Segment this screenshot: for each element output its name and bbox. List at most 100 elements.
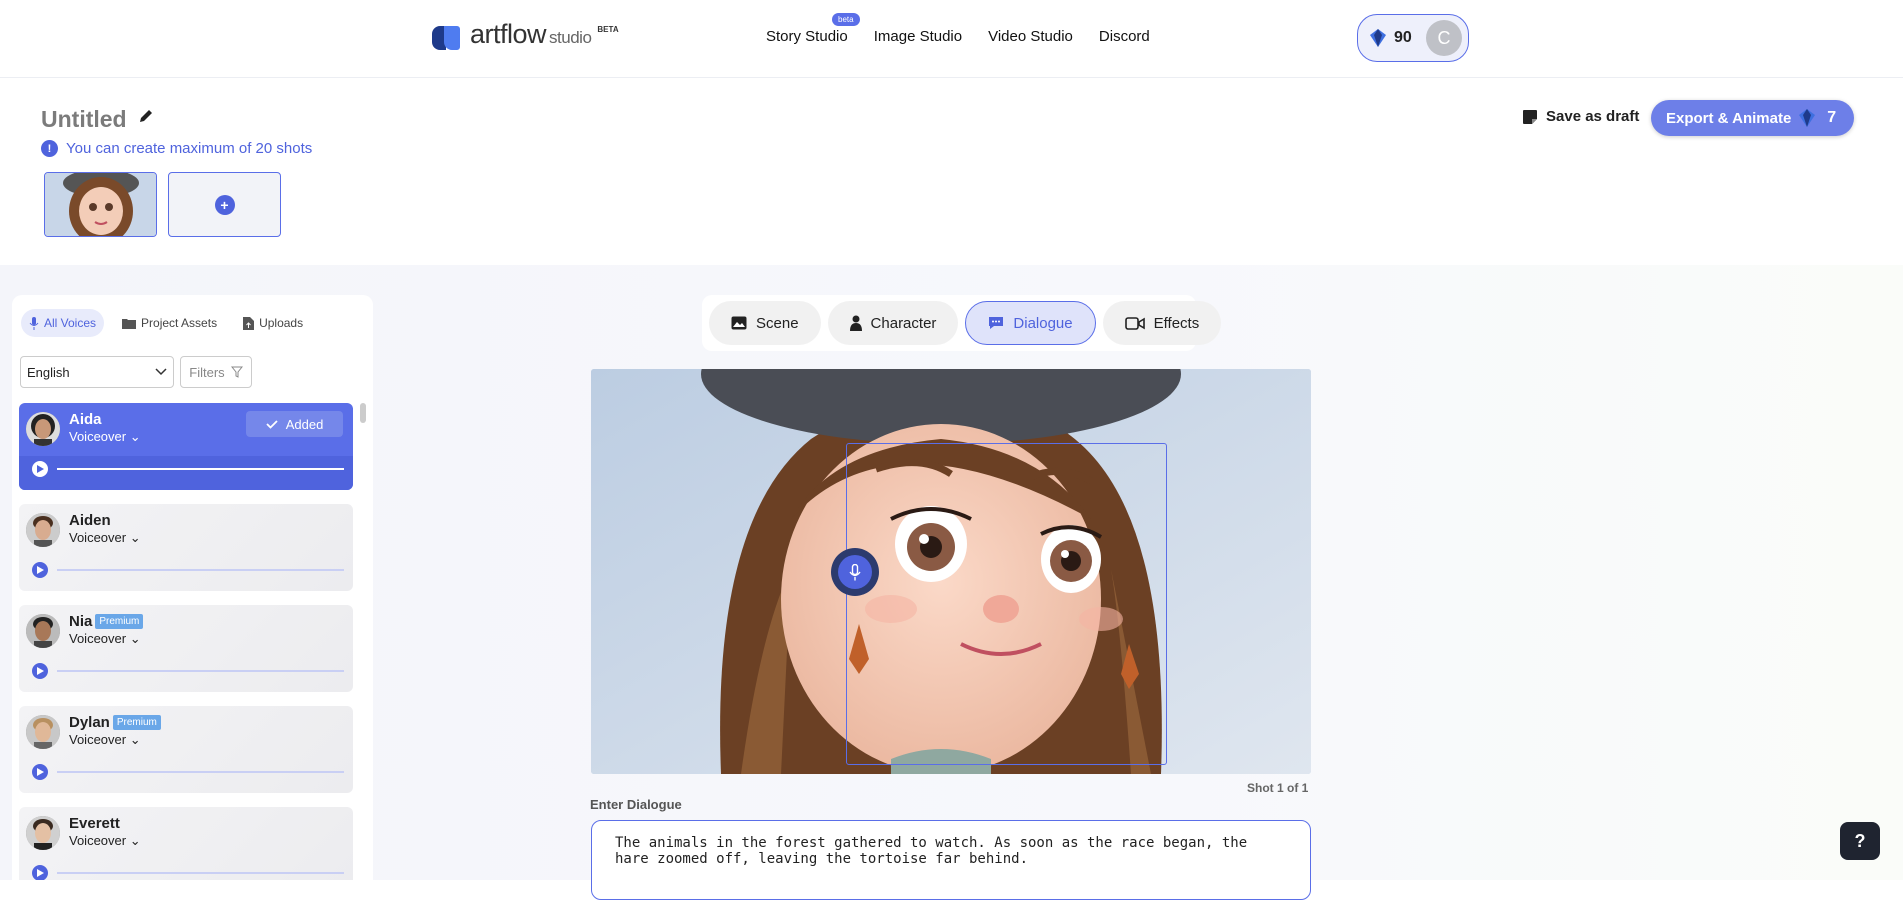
shots-limit-notice: ! You can create maximum of 20 shots [41, 140, 312, 157]
voice-type[interactable]: Voiceover ⌄ [69, 429, 141, 445]
save-draft-label: Save as draft [1546, 108, 1640, 125]
audio-track[interactable] [57, 771, 344, 773]
notice-text: You can create maximum of 20 shots [66, 140, 313, 157]
premium-badge: Premium [112, 715, 161, 730]
nav-discord[interactable]: Discord [1099, 28, 1150, 45]
play-icon[interactable] [32, 764, 48, 780]
gem-icon [1799, 109, 1816, 127]
tab-uploads[interactable]: Uploads [235, 309, 311, 337]
tab-scene[interactable]: Scene [709, 301, 821, 345]
artflow-logo[interactable]: artflow studio BETA [432, 20, 619, 52]
audio-track[interactable] [57, 468, 344, 470]
tab-effects-label: Effects [1153, 314, 1200, 332]
tab-dialogue[interactable]: Dialogue [965, 301, 1096, 345]
voice-name: Aiden [69, 512, 111, 529]
play-icon[interactable] [32, 562, 48, 578]
person-icon [849, 315, 862, 331]
voice-name: Dylan Premium [69, 714, 161, 731]
voices-panel: All Voices Project Assets Uploads Englis… [12, 295, 373, 880]
audio-track[interactable] [57, 670, 344, 672]
dialogue-mic-marker[interactable] [831, 548, 879, 596]
credits-count: 90 [1394, 29, 1412, 46]
premium-badge: Premium [95, 614, 144, 629]
chevron-down-icon [155, 368, 167, 376]
help-button[interactable]: ? [1840, 822, 1880, 860]
voice-card[interactable]: Dylan Premium Voiceover ⌄ [19, 706, 353, 793]
filters-button[interactable]: Filters [180, 356, 252, 388]
mic-icon [29, 316, 39, 330]
voice-avatar [26, 715, 60, 749]
microphone-icon [849, 563, 861, 580]
tab-uploads-label: Uploads [259, 316, 304, 330]
tab-all-voices[interactable]: All Voices [21, 309, 105, 337]
tab-effects[interactable]: Effects [1102, 301, 1222, 345]
nav-video-studio[interactable]: Video Studio [988, 28, 1073, 45]
tab-character[interactable]: Character [827, 301, 959, 345]
dialogue-label: Enter Dialogue [590, 797, 682, 812]
voice-card[interactable]: Nia Premium Voiceover ⌄ [19, 605, 353, 692]
voice-type[interactable]: Voiceover ⌄ [69, 833, 141, 849]
save-draft-button[interactable]: Save as draft [1522, 108, 1639, 125]
voice-type[interactable]: Voiceover ⌄ [69, 732, 141, 748]
top-bar: artflow studio BETA Story Studio beta Ima… [0, 0, 1903, 78]
voice-avatar [26, 614, 60, 648]
gem-icon [1370, 29, 1386, 47]
export-label: Export & Animate [1666, 109, 1792, 127]
pencil-icon[interactable] [138, 108, 154, 124]
filter-icon [230, 366, 243, 378]
info-icon: ! [41, 140, 58, 157]
brand-name: artflow [470, 19, 547, 49]
shot-strip: + [44, 172, 281, 237]
play-icon[interactable] [32, 461, 48, 477]
dialogue-line-2: hare zoomed off, leaving the tortoise fa… [615, 851, 1029, 867]
check-icon [266, 419, 278, 429]
main-nav: Story Studio beta Image Studio Video Stu… [766, 13, 1150, 45]
voice-type[interactable]: Voiceover ⌄ [69, 530, 141, 546]
voice-card[interactable]: Aida Voiceover ⌄ Added [19, 403, 353, 490]
audio-track[interactable] [57, 872, 344, 874]
nav-beta-badge: beta [832, 13, 860, 26]
video-camera-icon [1124, 316, 1145, 330]
chat-bubble-icon [989, 317, 1004, 329]
voice-name: Everett [69, 815, 120, 832]
audio-track[interactable] [57, 569, 344, 571]
brand-sub: studio [549, 28, 592, 47]
voice-card[interactable]: Aiden Voiceover ⌄ [19, 504, 353, 591]
folder-icon [122, 318, 137, 329]
plus-icon: + [214, 194, 235, 215]
add-shot-button[interactable]: + [168, 172, 281, 237]
brand-beta-badge: BETA [597, 25, 619, 34]
nav-image-studio[interactable]: Image Studio [874, 28, 962, 45]
voice-type[interactable]: Voiceover ⌄ [69, 631, 141, 647]
editor-tabs: Scene Character Dialogue Effects [702, 295, 1222, 351]
credits-widget[interactable]: 90 C [1357, 14, 1469, 62]
export-cost: 7 [1827, 109, 1837, 126]
play-icon[interactable] [32, 865, 48, 880]
voice-list: Aida Voiceover ⌄ Added Aiden Voiceover ⌄… [19, 403, 353, 880]
export-animate-button[interactable]: Export & Animate 7 [1651, 100, 1854, 136]
play-icon[interactable] [32, 663, 48, 679]
user-avatar[interactable]: C [1426, 20, 1462, 56]
voices-tabs: All Voices Project Assets Uploads [21, 309, 311, 337]
added-label: Added [285, 416, 324, 432]
image-icon [731, 316, 747, 330]
shot-thumbnail[interactable] [44, 172, 157, 237]
tab-project-assets[interactable]: Project Assets [114, 309, 225, 337]
file-upload-icon [243, 316, 255, 330]
added-button[interactable]: Added [246, 411, 343, 437]
face-selection-box[interactable] [846, 443, 1167, 765]
shot-counter: Shot 1 of 1 [1247, 781, 1309, 795]
filters-label: Filters [189, 364, 225, 380]
dialogue-line-1: The animals in the forest gathered to wa… [615, 835, 1248, 851]
panel-scrollbar[interactable] [360, 403, 366, 423]
draft-icon [1523, 109, 1537, 124]
logo-mark-icon [432, 24, 464, 52]
language-select[interactable]: English [20, 356, 174, 388]
voice-avatar [26, 513, 60, 547]
dialogue-input[interactable]: The animals in the forest gathered to wa… [591, 820, 1311, 900]
voice-card[interactable]: Everett Voiceover ⌄ [19, 807, 353, 880]
tab-project-assets-label: Project Assets [141, 316, 218, 330]
nav-story-studio[interactable]: Story Studio beta [766, 13, 860, 45]
shot-thumbnail-image [45, 173, 156, 236]
tab-character-label: Character [870, 314, 937, 332]
